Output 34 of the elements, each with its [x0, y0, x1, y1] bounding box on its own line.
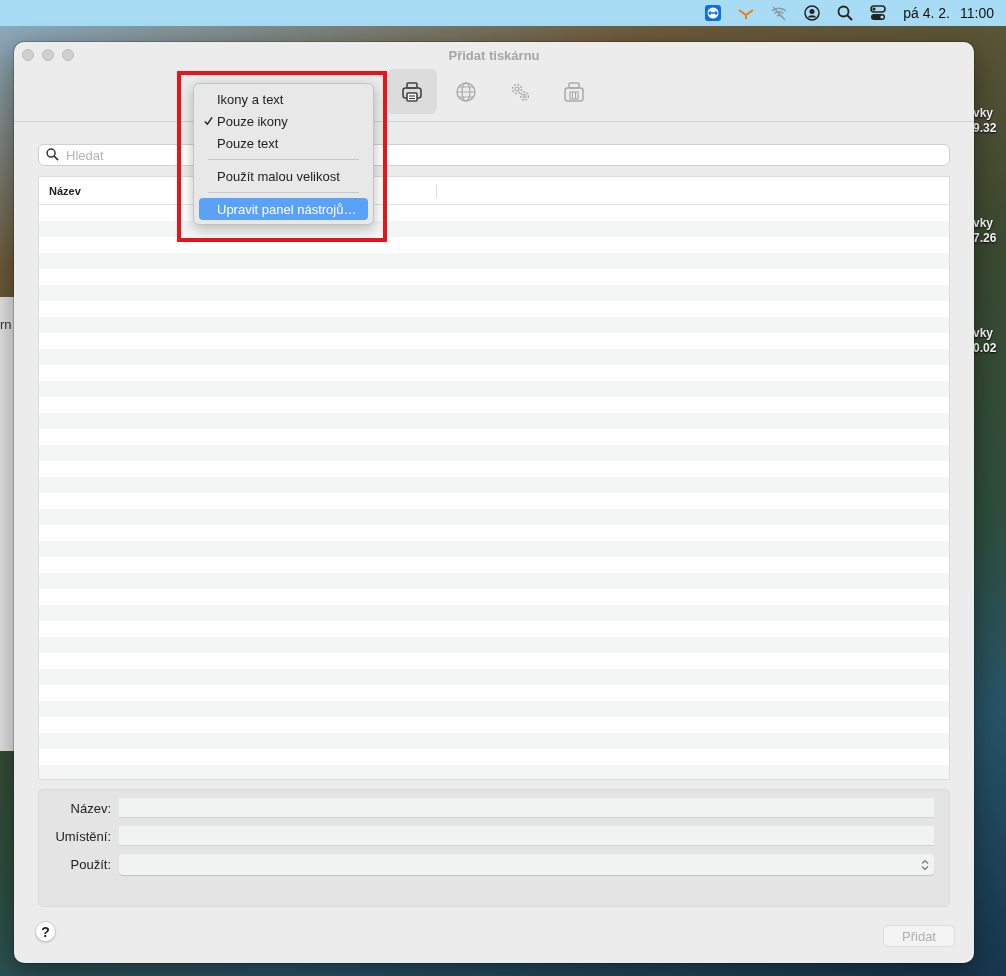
printer-icon — [400, 79, 424, 104]
menu-item[interactable]: Použít malou velikost — [199, 165, 368, 187]
desktop-file-label[interactable]: 0.02 — [973, 341, 997, 356]
field-label: Název: — [69, 800, 111, 816]
input-field[interactable] — [119, 798, 934, 818]
menu-bar-date[interactable]: pá 4. 2. — [903, 5, 950, 21]
toolbar-button[interactable] — [387, 69, 437, 114]
input-field[interactable] — [119, 826, 934, 846]
desktop-file-label[interactable]: vky — [973, 106, 997, 121]
desktop-file-label[interactable]: 7.26 — [973, 231, 997, 246]
menu-item[interactable]: Pouze ikony — [199, 110, 368, 132]
help-button[interactable]: ? — [35, 921, 56, 942]
wifi-off-icon[interactable] — [770, 4, 789, 22]
zoom-button[interactable] — [62, 49, 74, 61]
globe-icon — [454, 79, 478, 104]
menu-bar-clock[interactable]: 11:00 — [960, 5, 994, 21]
up-down-arrows-icon — [921, 858, 929, 871]
close-button[interactable] — [22, 49, 34, 61]
desktop-file-label[interactable]: vky — [973, 326, 997, 341]
field-label: Použít: — [69, 857, 111, 872]
control-center-icon[interactable] — [869, 4, 888, 22]
search-icon[interactable] — [836, 4, 855, 22]
window-title: rn — [0, 317, 13, 332]
minimize-button[interactable] — [42, 49, 54, 61]
fax-printer-icon — [562, 79, 586, 104]
desktop-file-label[interactable]: 9.32 — [973, 121, 997, 136]
popup-menu[interactable] — [119, 854, 934, 875]
user-icon[interactable] — [803, 4, 822, 22]
desktop-file-label[interactable]: vky — [973, 216, 997, 231]
remote-desktop-icon[interactable] — [704, 4, 723, 22]
window-title: Přidat tiskárnu — [448, 47, 540, 63]
checkmark-icon — [204, 116, 213, 126]
menu-item[interactable]: Ikony a text — [199, 88, 368, 110]
field-label: Umístění: — [54, 828, 111, 844]
